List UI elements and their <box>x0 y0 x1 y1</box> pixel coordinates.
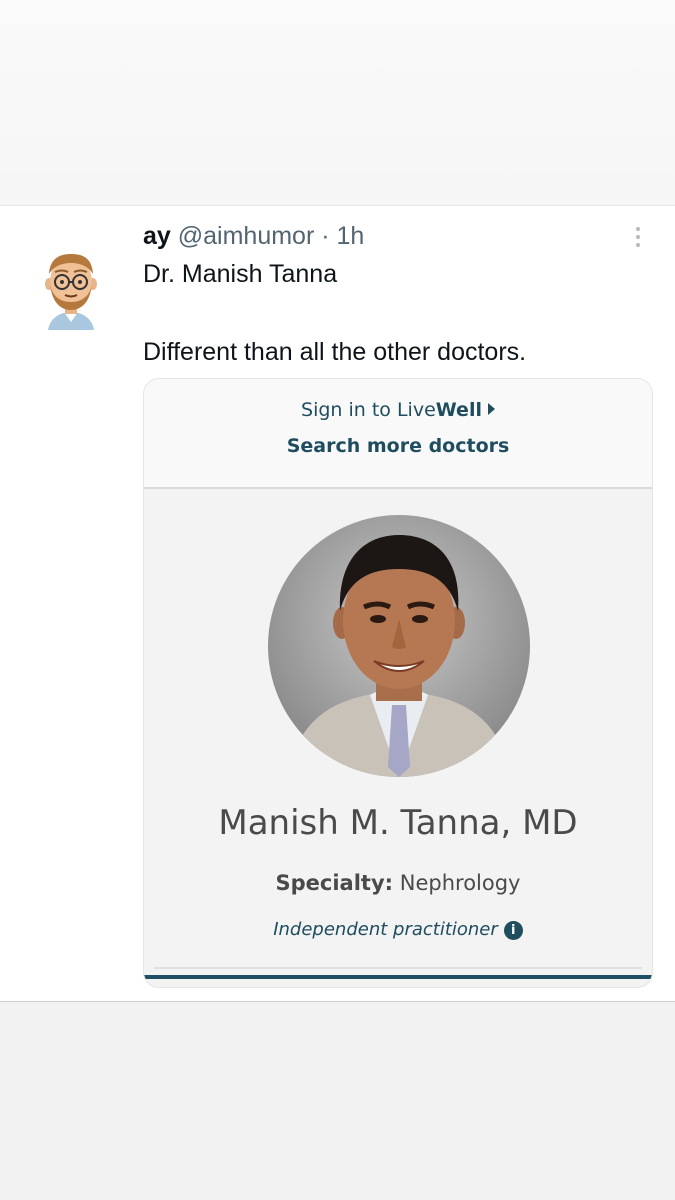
top-blank-area <box>0 0 675 205</box>
card-header: Sign in to LiveWell Search more doctors <box>144 379 652 489</box>
tweet[interactable]: ay @aimhumor · 1h Dr. Manish Tanna Diffe… <box>0 205 675 1002</box>
doctor-photo <box>268 515 530 777</box>
tweet-text-line-2: Different than all the other doctors. <box>143 338 527 366</box>
practitioner-type: Independent practitioner i <box>144 919 652 940</box>
bottom-blank-area <box>0 1002 675 1200</box>
card-bottom-bar <box>144 975 652 979</box>
doctor-name: Manish M. Tanna, MD <box>218 803 578 843</box>
tweet-header: ay @aimhumor · 1h <box>143 222 364 251</box>
specialty-label: Specialty: <box>275 871 394 895</box>
caret-right-icon <box>487 403 495 415</box>
card-divider <box>154 967 642 969</box>
more-vertical-icon[interactable] <box>628 224 648 254</box>
user-handle[interactable]: @aimhumor <box>178 222 315 250</box>
tweet-text-line-1: Dr. Manish Tanna <box>143 260 338 288</box>
sign-in-text: Sign in to Live <box>301 399 436 421</box>
specialty-value: Nephrology <box>399 871 521 895</box>
tweet-timestamp[interactable]: 1h <box>337 222 365 250</box>
practitioner-text: Independent practitioner <box>273 919 498 940</box>
avatar[interactable] <box>40 248 102 330</box>
search-more-doctors-link[interactable]: Search more doctors <box>144 435 652 457</box>
info-icon[interactable]: i <box>503 921 523 940</box>
display-name[interactable]: ay <box>143 222 171 250</box>
brand-well: Well <box>435 399 482 421</box>
separator-dot: · <box>321 222 330 250</box>
sign-in-link[interactable]: Sign in to LiveWell <box>144 399 652 421</box>
embedded-image-card[interactable]: Sign in to LiveWell Search more doctors <box>143 378 653 988</box>
specialty-line: Specialty: Nephrology <box>144 871 652 895</box>
